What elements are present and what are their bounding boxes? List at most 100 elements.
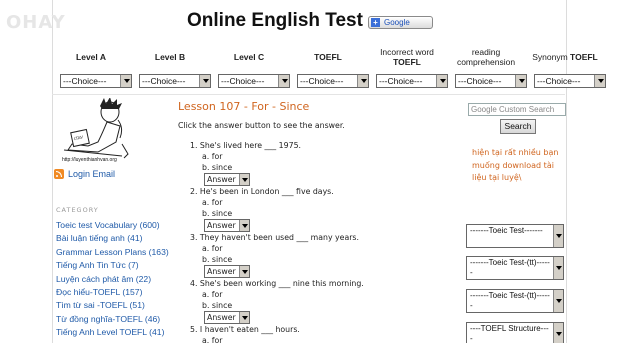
category-item[interactable]: Luyện cách phát âm (22)	[56, 273, 180, 286]
level-c-select[interactable]: ---Choice---	[218, 74, 290, 88]
nav-label-bold: TOEFL	[570, 52, 598, 62]
answer-select[interactable]: Answer	[204, 265, 250, 278]
category-title: CATEGORY	[56, 206, 99, 214]
nav-label: reading comprehension	[450, 45, 522, 69]
search-input[interactable]: Google Custom Search	[468, 103, 566, 116]
toeic-test-tt-select[interactable]: -------Toeic Test-(tt)------	[466, 256, 564, 280]
answer-select[interactable]: Answer	[204, 173, 250, 186]
category-item[interactable]: Từ đồng nghĩa-TOEFL (46)	[56, 313, 180, 326]
answer-select[interactable]: Answer	[204, 311, 250, 324]
category-list: Toeic test Vocabulary (600) Bài luận tiế…	[56, 219, 180, 340]
toeic-test-tt-select-2[interactable]: -------Toeic Test-(tt)------	[466, 289, 564, 313]
nav-label-line2: comprehension	[456, 57, 516, 67]
answer-select[interactable]: Answer	[204, 219, 250, 232]
search-button[interactable]: Search	[500, 119, 536, 134]
category-item[interactable]: Grammar Lesson Plans (163)	[56, 246, 180, 259]
page: OHAY Online English Test + Google Level …	[0, 0, 620, 343]
select-value: -------Toeic Test-------	[470, 226, 543, 235]
nav-label: Incorrect word TOEFL	[371, 45, 443, 69]
level-a-select[interactable]: ---Choice---	[60, 74, 132, 88]
toefl-structure-select[interactable]: ----TOEFL Structure----	[466, 322, 564, 343]
question-text: 3. They haven't been used ___ many years…	[190, 233, 359, 242]
category-item[interactable]: Toeic test Vocabulary (600)	[56, 219, 180, 232]
question-text: 2. He's been in London ___ five days.	[190, 187, 334, 196]
option-b: b. since	[202, 255, 233, 264]
dropdown-arrow-icon	[436, 75, 447, 87]
synonym-select[interactable]: ---Choice---	[534, 74, 606, 88]
select-value: ---Choice---	[63, 76, 107, 86]
category-item[interactable]: Tìm từ sai -TOEFL (51)	[56, 299, 180, 312]
dropdown-arrow-icon	[239, 220, 249, 231]
nav-label: Level B	[154, 52, 186, 62]
add-to-google-button[interactable]: + Google	[368, 16, 433, 29]
select-value: ---Choice---	[221, 76, 265, 86]
select-value: ---Choice---	[142, 76, 186, 86]
nav-label-plain: Synonym	[532, 52, 568, 62]
select-value: ---Choice---	[458, 76, 502, 86]
dropdown-arrow-icon	[120, 75, 131, 87]
dropdown-arrow-icon	[357, 75, 368, 87]
dropdown-arrow-icon	[278, 75, 289, 87]
dropdown-arrow-icon	[553, 290, 563, 312]
logo-url: http://luyenthianhvan.org	[62, 157, 117, 163]
question-2: 2. He's been in London ___ five days. a.…	[190, 186, 450, 232]
answer-label: Answer	[207, 221, 236, 230]
question-text: 1. She's lived here ___ 1975.	[190, 141, 302, 150]
category-item[interactable]: Đọc hiểu-TOEFL (157)	[56, 286, 180, 299]
nav-incorrect-word: Incorrect word TOEFL ---Choice---	[371, 45, 448, 88]
level-nav: Level A ---Choice--- Level B ---Choice--…	[55, 45, 615, 91]
category-item[interactable]: Tiếng Anh Tin Tức (7)	[56, 259, 180, 272]
toefl-select[interactable]: ---Choice---	[297, 74, 369, 88]
download-promo-text: hiện tại rất nhiều bạn muống download tà…	[472, 148, 559, 182]
plus-icon: +	[371, 18, 380, 27]
option-a: a. for	[202, 198, 223, 207]
nav-toefl: TOEFL ---Choice---	[292, 45, 369, 88]
category-item[interactable]: Bài luận tiếng anh (41)	[56, 232, 180, 245]
nav-label-line1: reading	[471, 47, 501, 57]
option-b: b. since	[202, 301, 233, 310]
nav-label: TOEFL	[314, 52, 342, 62]
nav-label: Level A	[76, 52, 106, 62]
toeic-test-select[interactable]: -------Toeic Test-------	[466, 224, 564, 248]
dropdown-arrow-icon	[239, 174, 249, 185]
dropdown-arrow-icon	[515, 75, 526, 87]
dropdown-arrow-icon	[553, 225, 563, 247]
dropdown-arrow-icon	[239, 266, 249, 277]
header-divider	[52, 94, 565, 95]
question-5: 5. I haven't eaten ___ hours. a. for	[190, 324, 450, 343]
dropdown-arrow-icon	[594, 75, 605, 87]
option-a: a. for	[202, 336, 223, 343]
select-value: ---Choice---	[537, 76, 581, 86]
google-label: Google	[384, 18, 410, 27]
lesson-title: Lesson 107 - For - Since	[178, 100, 310, 113]
search-placeholder: Google Custom Search	[471, 105, 555, 114]
question-text: 5. I haven't eaten ___ hours.	[190, 325, 300, 334]
select-value: ---Choice---	[379, 76, 423, 86]
question-3: 3. They haven't been used ___ many years…	[190, 232, 450, 278]
login-label: Login Email	[68, 169, 116, 179]
nav-label: Synonym TOEFL	[529, 45, 601, 69]
dropdown-arrow-icon	[199, 75, 210, 87]
dropdown-arrow-icon	[553, 257, 563, 279]
nav-synonym: Synonym TOEFL ---Choice---	[529, 45, 606, 88]
reading-select[interactable]: ---Choice---	[455, 74, 527, 88]
option-a: a. for	[202, 152, 223, 161]
login-email-link[interactable]: Login Email	[54, 169, 115, 179]
incorrect-word-select[interactable]: ---Choice---	[376, 74, 448, 88]
level-b-select[interactable]: ---Choice---	[139, 74, 211, 88]
select-value: -------Toeic Test-(tt)------	[470, 291, 550, 310]
nav-label-line1: Incorrect word	[380, 47, 434, 57]
lesson-instruction: Click the answer button to see the answe…	[178, 121, 345, 130]
site-title: Online English Test	[187, 10, 363, 31]
option-a: a. for	[202, 290, 223, 299]
rss-icon	[54, 169, 64, 179]
option-a: a. for	[202, 244, 223, 253]
dropdown-arrow-icon	[553, 323, 563, 343]
select-value: ----TOEFL Structure----	[470, 324, 549, 343]
lesson-content: Lesson 107 - For - Since Click the answe…	[178, 100, 463, 343]
select-value: -------Toeic Test-(tt)------	[470, 258, 550, 277]
category-item[interactable]: Tiếng Anh Level TOEFL (41)	[56, 326, 180, 339]
left-sidebar: LTAV http://luyenthianhvan.org Login Ema…	[52, 96, 172, 343]
select-value: ---Choice---	[300, 76, 344, 86]
nav-reading: reading comprehension ---Choice---	[450, 45, 527, 88]
